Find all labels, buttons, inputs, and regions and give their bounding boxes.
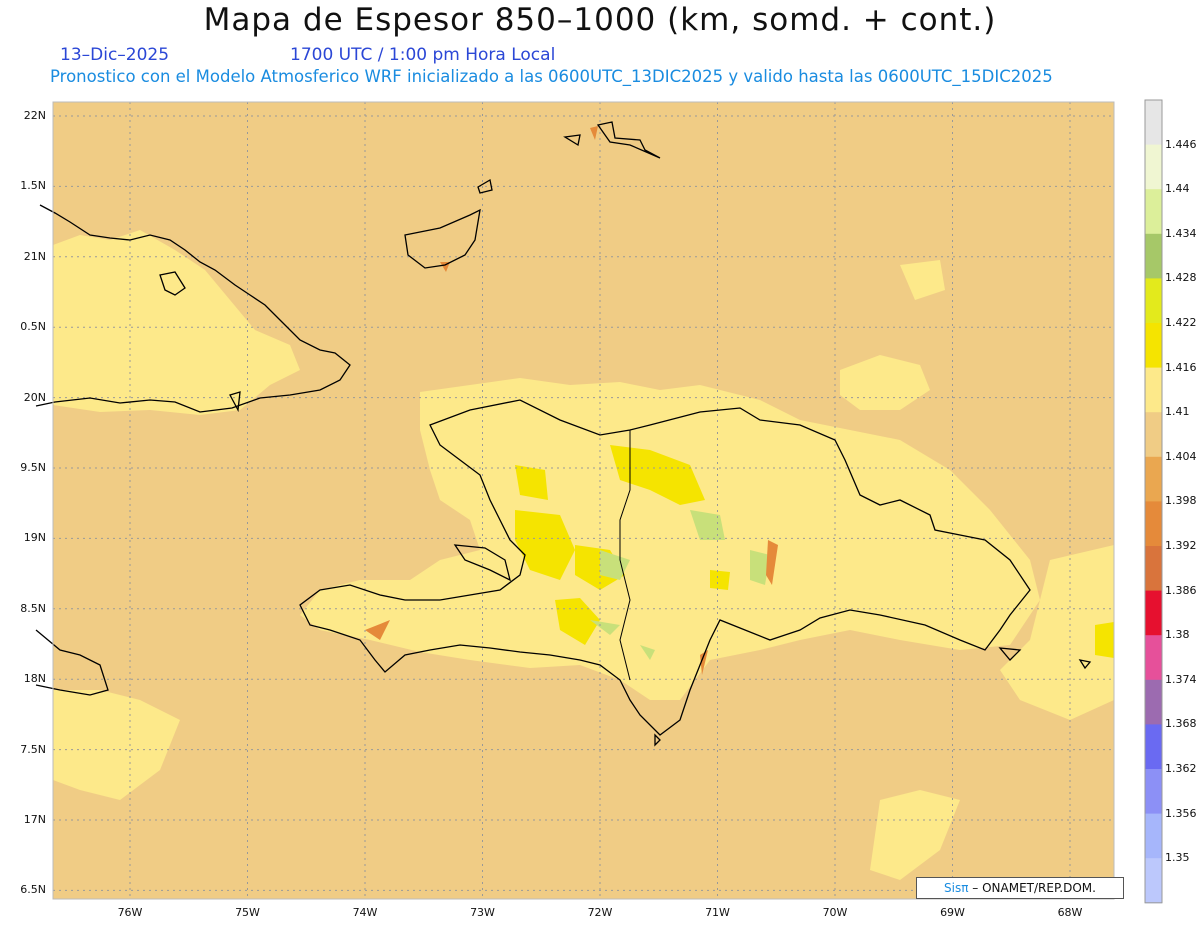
- colorbar-segment: [1145, 858, 1162, 904]
- colorbar-label: 1.368: [1165, 717, 1197, 731]
- lon-label: 75W: [235, 906, 260, 919]
- colorbar-label: 1.386: [1165, 583, 1197, 597]
- lon-label: 74W: [352, 906, 378, 919]
- colorbar-label: 1.38: [1165, 628, 1190, 642]
- colorbar-segment: [1145, 456, 1162, 502]
- lon-label: 73W: [470, 906, 495, 919]
- lon-label: 76W: [117, 906, 143, 919]
- lat-label: 17N: [23, 813, 46, 826]
- lat-label: 8.5N: [20, 601, 46, 615]
- colorbar-label: 1.362: [1165, 762, 1197, 775]
- colorbar-label: 1.416: [1165, 360, 1197, 374]
- lon-label: 70W: [822, 906, 848, 919]
- core-6: [1095, 622, 1114, 658]
- colorbar-segment: [1145, 724, 1162, 770]
- lat-label: 21N: [23, 249, 46, 263]
- colorbar-segment: [1145, 233, 1162, 279]
- lat-label: 20N: [23, 390, 46, 404]
- lon-label: 68W: [1057, 906, 1083, 919]
- credit-text: – ONAMET/REP.DOM.: [972, 881, 1096, 895]
- colorbar-segment: [1145, 635, 1162, 681]
- colorbar-label: 1.374: [1165, 672, 1197, 686]
- colorbar-segment: [1145, 189, 1162, 235]
- colorbar-segment: [1145, 100, 1162, 146]
- lat-label: 7.5N: [20, 742, 46, 756]
- colorbar-segment: [1145, 501, 1162, 547]
- colorbar-segment: [1145, 679, 1162, 725]
- lat-label: 9.5N: [20, 461, 46, 474]
- lat-label: 0.5N: [20, 320, 46, 334]
- lon-label: 69W: [940, 906, 965, 919]
- lon-label: 72W: [587, 906, 613, 919]
- colorbar: [1144, 99, 1163, 904]
- colorbar-label: 1.422: [1165, 316, 1197, 329]
- colorbar-label: 1.392: [1165, 539, 1197, 552]
- colorbar-label: 1.446: [1165, 137, 1197, 151]
- colorbar-label: 1.44: [1165, 182, 1190, 196]
- colorbar-segment: [1145, 546, 1162, 592]
- colorbar-segment: [1145, 590, 1162, 636]
- colorbar-label: 1.404: [1165, 449, 1197, 463]
- colorbar-segment: [1145, 278, 1162, 324]
- colorbar-label: 1.398: [1165, 494, 1197, 508]
- colorbar-label: 1.41: [1165, 405, 1190, 419]
- core-7: [710, 570, 730, 590]
- colorbar-segment: [1145, 769, 1162, 815]
- colorbar-label: 1.35: [1165, 851, 1190, 865]
- lat-label: 19N: [23, 531, 46, 545]
- colorbar-label: 1.356: [1165, 806, 1197, 820]
- lat-label: 18N: [23, 672, 46, 686]
- lon-label: 71W: [705, 906, 730, 919]
- colorbar-segment: [1145, 367, 1162, 413]
- thickness-map: [35, 99, 1163, 904]
- credit-brand: Sisπ: [944, 881, 969, 895]
- lat-label: 1.5N: [20, 179, 46, 193]
- lat-label: 6.5N: [20, 883, 46, 897]
- lat-label: 22N: [23, 109, 46, 122]
- colorbar-label: 1.434: [1165, 226, 1197, 240]
- colorbar-label: 1.428: [1165, 271, 1197, 285]
- colorbar-segment: [1145, 813, 1162, 859]
- colorbar-segment: [1145, 412, 1162, 458]
- credit-box: Sisπ – ONAMET/REP.DOM.: [916, 877, 1124, 899]
- colorbar-segment: [1145, 144, 1162, 190]
- colorbar-segment: [1145, 323, 1162, 369]
